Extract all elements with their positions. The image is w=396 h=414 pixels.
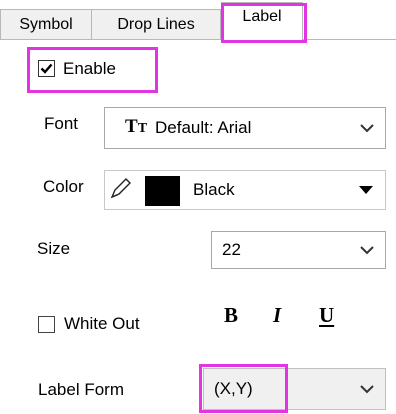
size-label: Size <box>37 239 71 258</box>
font-combo-value: Default: Arial <box>155 118 252 137</box>
font-combo[interactable]: TT Default: Arial <box>104 107 386 149</box>
enable-label: Enable <box>63 59 116 78</box>
check-icon <box>40 63 53 74</box>
white-out-label: White Out <box>64 314 140 333</box>
color-combo[interactable]: Black <box>104 170 386 210</box>
font-label: Font <box>44 114 79 133</box>
chevron-down-icon <box>360 246 374 255</box>
tab-baseline <box>0 39 396 40</box>
size-combo-value: 22 <box>222 240 241 259</box>
tab-label-label: Label <box>242 8 282 25</box>
color-swatch <box>145 176 180 206</box>
label-form-combo-value: (X,Y) <box>214 379 253 398</box>
label-form-combo[interactable]: (X,Y) <box>203 368 386 410</box>
chevron-down-icon <box>360 124 374 133</box>
tab-symbol[interactable]: Symbol <box>0 9 92 40</box>
underline-button[interactable]: U <box>319 303 334 328</box>
chevron-down-icon <box>360 385 374 394</box>
pen-icon <box>110 178 131 199</box>
label-form-label: Label Form <box>38 380 124 399</box>
tab-symbol-label: Symbol <box>19 16 73 33</box>
bold-button[interactable]: B <box>224 303 238 328</box>
enable-checkbox[interactable] <box>38 60 55 77</box>
color-combo-value: Black <box>193 180 235 199</box>
tab-strip: Symbol Drop Lines Label <box>0 0 396 41</box>
tab-label[interactable]: Label <box>221 2 303 41</box>
tab-drop-lines-label: Drop Lines <box>117 16 195 33</box>
italic-button[interactable]: I <box>273 303 281 328</box>
color-label: Color <box>43 177 84 196</box>
size-combo[interactable]: 22 <box>211 231 386 269</box>
font-truetype-icon: TT <box>125 116 148 137</box>
white-out-checkbox[interactable] <box>38 316 55 333</box>
tab-drop-lines[interactable]: Drop Lines <box>91 9 221 40</box>
dropdown-arrow-icon <box>359 186 373 194</box>
